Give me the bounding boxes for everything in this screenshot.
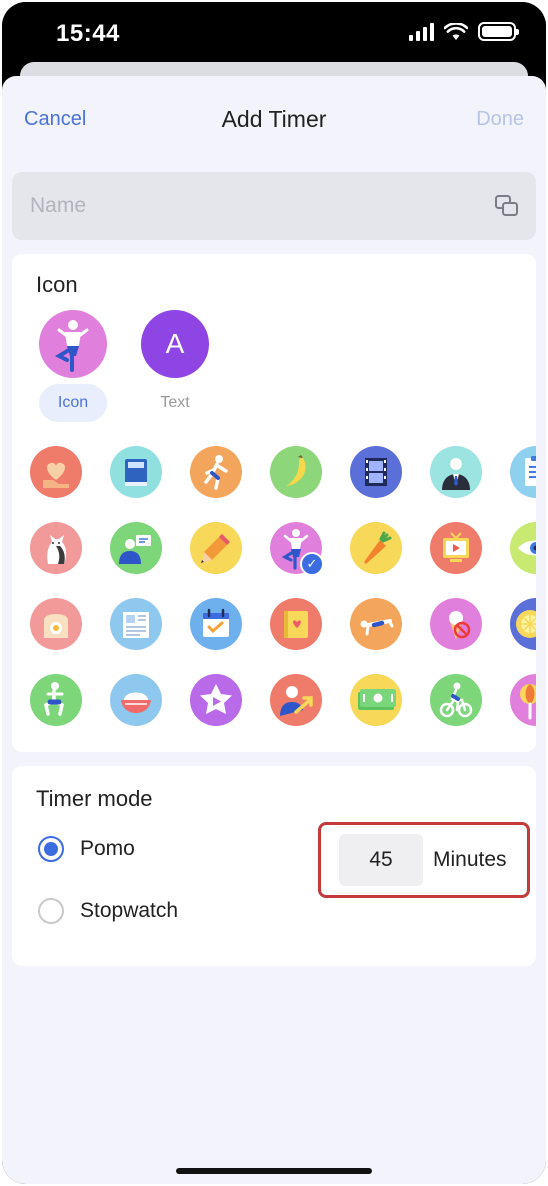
no-icecream-icon[interactable] xyxy=(430,598,482,650)
cat-icon[interactable] xyxy=(30,522,82,574)
timer-mode-title: Timer mode xyxy=(36,786,153,811)
cycling-icon[interactable] xyxy=(430,674,482,726)
phone-frame: 15:44 Cancel Add Timer Done Name Icon Ic… xyxy=(2,2,546,1184)
lollipop-icon[interactable] xyxy=(510,674,536,726)
pomo-option[interactable]: Pomo xyxy=(38,836,135,862)
icon-section-title: Icon xyxy=(36,272,78,297)
timer-mode-section: Timer mode Pomo Stopwatch 45 Minutes xyxy=(12,766,536,966)
running-icon[interactable] xyxy=(190,446,242,498)
yoga-icon[interactable]: ✓ xyxy=(270,522,324,576)
growth-person-icon[interactable] xyxy=(270,674,322,726)
stopwatch-label: Stopwatch xyxy=(80,899,179,922)
pencil-icon[interactable] xyxy=(190,522,242,574)
calendar-check-icon[interactable] xyxy=(190,598,242,650)
film-icon[interactable] xyxy=(350,446,402,498)
page-title: Add Timer xyxy=(221,106,327,132)
tv-icon[interactable] xyxy=(430,522,482,574)
minutes-input[interactable]: 45 xyxy=(339,834,423,886)
home-indicator xyxy=(176,1168,372,1174)
clipboard-icon[interactable] xyxy=(510,446,536,498)
name-input[interactable] xyxy=(30,172,470,240)
add-timer-sheet: Cancel Add Timer Done Icon xyxy=(2,76,546,1184)
businessman-icon[interactable] xyxy=(430,446,482,498)
yoga-pose-icon xyxy=(39,310,107,378)
icon-section: Icon Icon A Text ✓ xyxy=(12,254,536,752)
rice-bowl-icon[interactable] xyxy=(110,674,162,726)
stopwatch-radio[interactable] xyxy=(38,898,64,924)
copy-icon[interactable] xyxy=(494,194,520,218)
nav-bar: Cancel Add Timer Done xyxy=(2,76,546,162)
notebook-icon[interactable] xyxy=(270,598,322,650)
money-icon[interactable] xyxy=(350,674,402,726)
minutes-unit-label: Minutes xyxy=(433,848,507,871)
status-time: 15:44 xyxy=(56,20,120,47)
text-avatar: A xyxy=(141,310,209,378)
pomo-label: Pomo xyxy=(80,837,135,860)
banana-icon[interactable] xyxy=(270,446,322,498)
status-icons xyxy=(409,22,519,41)
eye-icon[interactable] xyxy=(510,522,536,574)
done-button[interactable]: Done xyxy=(476,108,524,131)
text-type-option[interactable]: A Text xyxy=(136,310,214,422)
book-icon[interactable] xyxy=(110,446,162,498)
squat-icon[interactable] xyxy=(30,674,82,726)
battery-icon xyxy=(478,22,519,41)
presentation-icon[interactable] xyxy=(110,522,162,574)
minutes-highlight-box: 45 Minutes xyxy=(318,822,530,898)
icon-type-label: Icon xyxy=(39,384,107,422)
heart-hand-icon[interactable] xyxy=(30,446,82,498)
name-field[interactable] xyxy=(12,172,536,240)
lemon-icon[interactable] xyxy=(510,598,536,650)
pushup-icon[interactable] xyxy=(350,598,402,650)
cellular-signal-icon xyxy=(409,22,434,41)
pomo-radio[interactable] xyxy=(38,836,64,862)
newspaper-icon[interactable] xyxy=(110,598,162,650)
wifi-icon xyxy=(444,22,468,40)
toast-egg-icon[interactable] xyxy=(30,598,82,650)
stopwatch-option[interactable]: Stopwatch xyxy=(38,898,178,924)
carrot-icon[interactable] xyxy=(350,522,402,574)
icon-type-option[interactable]: Icon xyxy=(34,310,112,422)
star-play-icon[interactable] xyxy=(190,674,242,726)
text-type-label: Text xyxy=(160,394,190,411)
selected-check-icon: ✓ xyxy=(300,552,324,576)
